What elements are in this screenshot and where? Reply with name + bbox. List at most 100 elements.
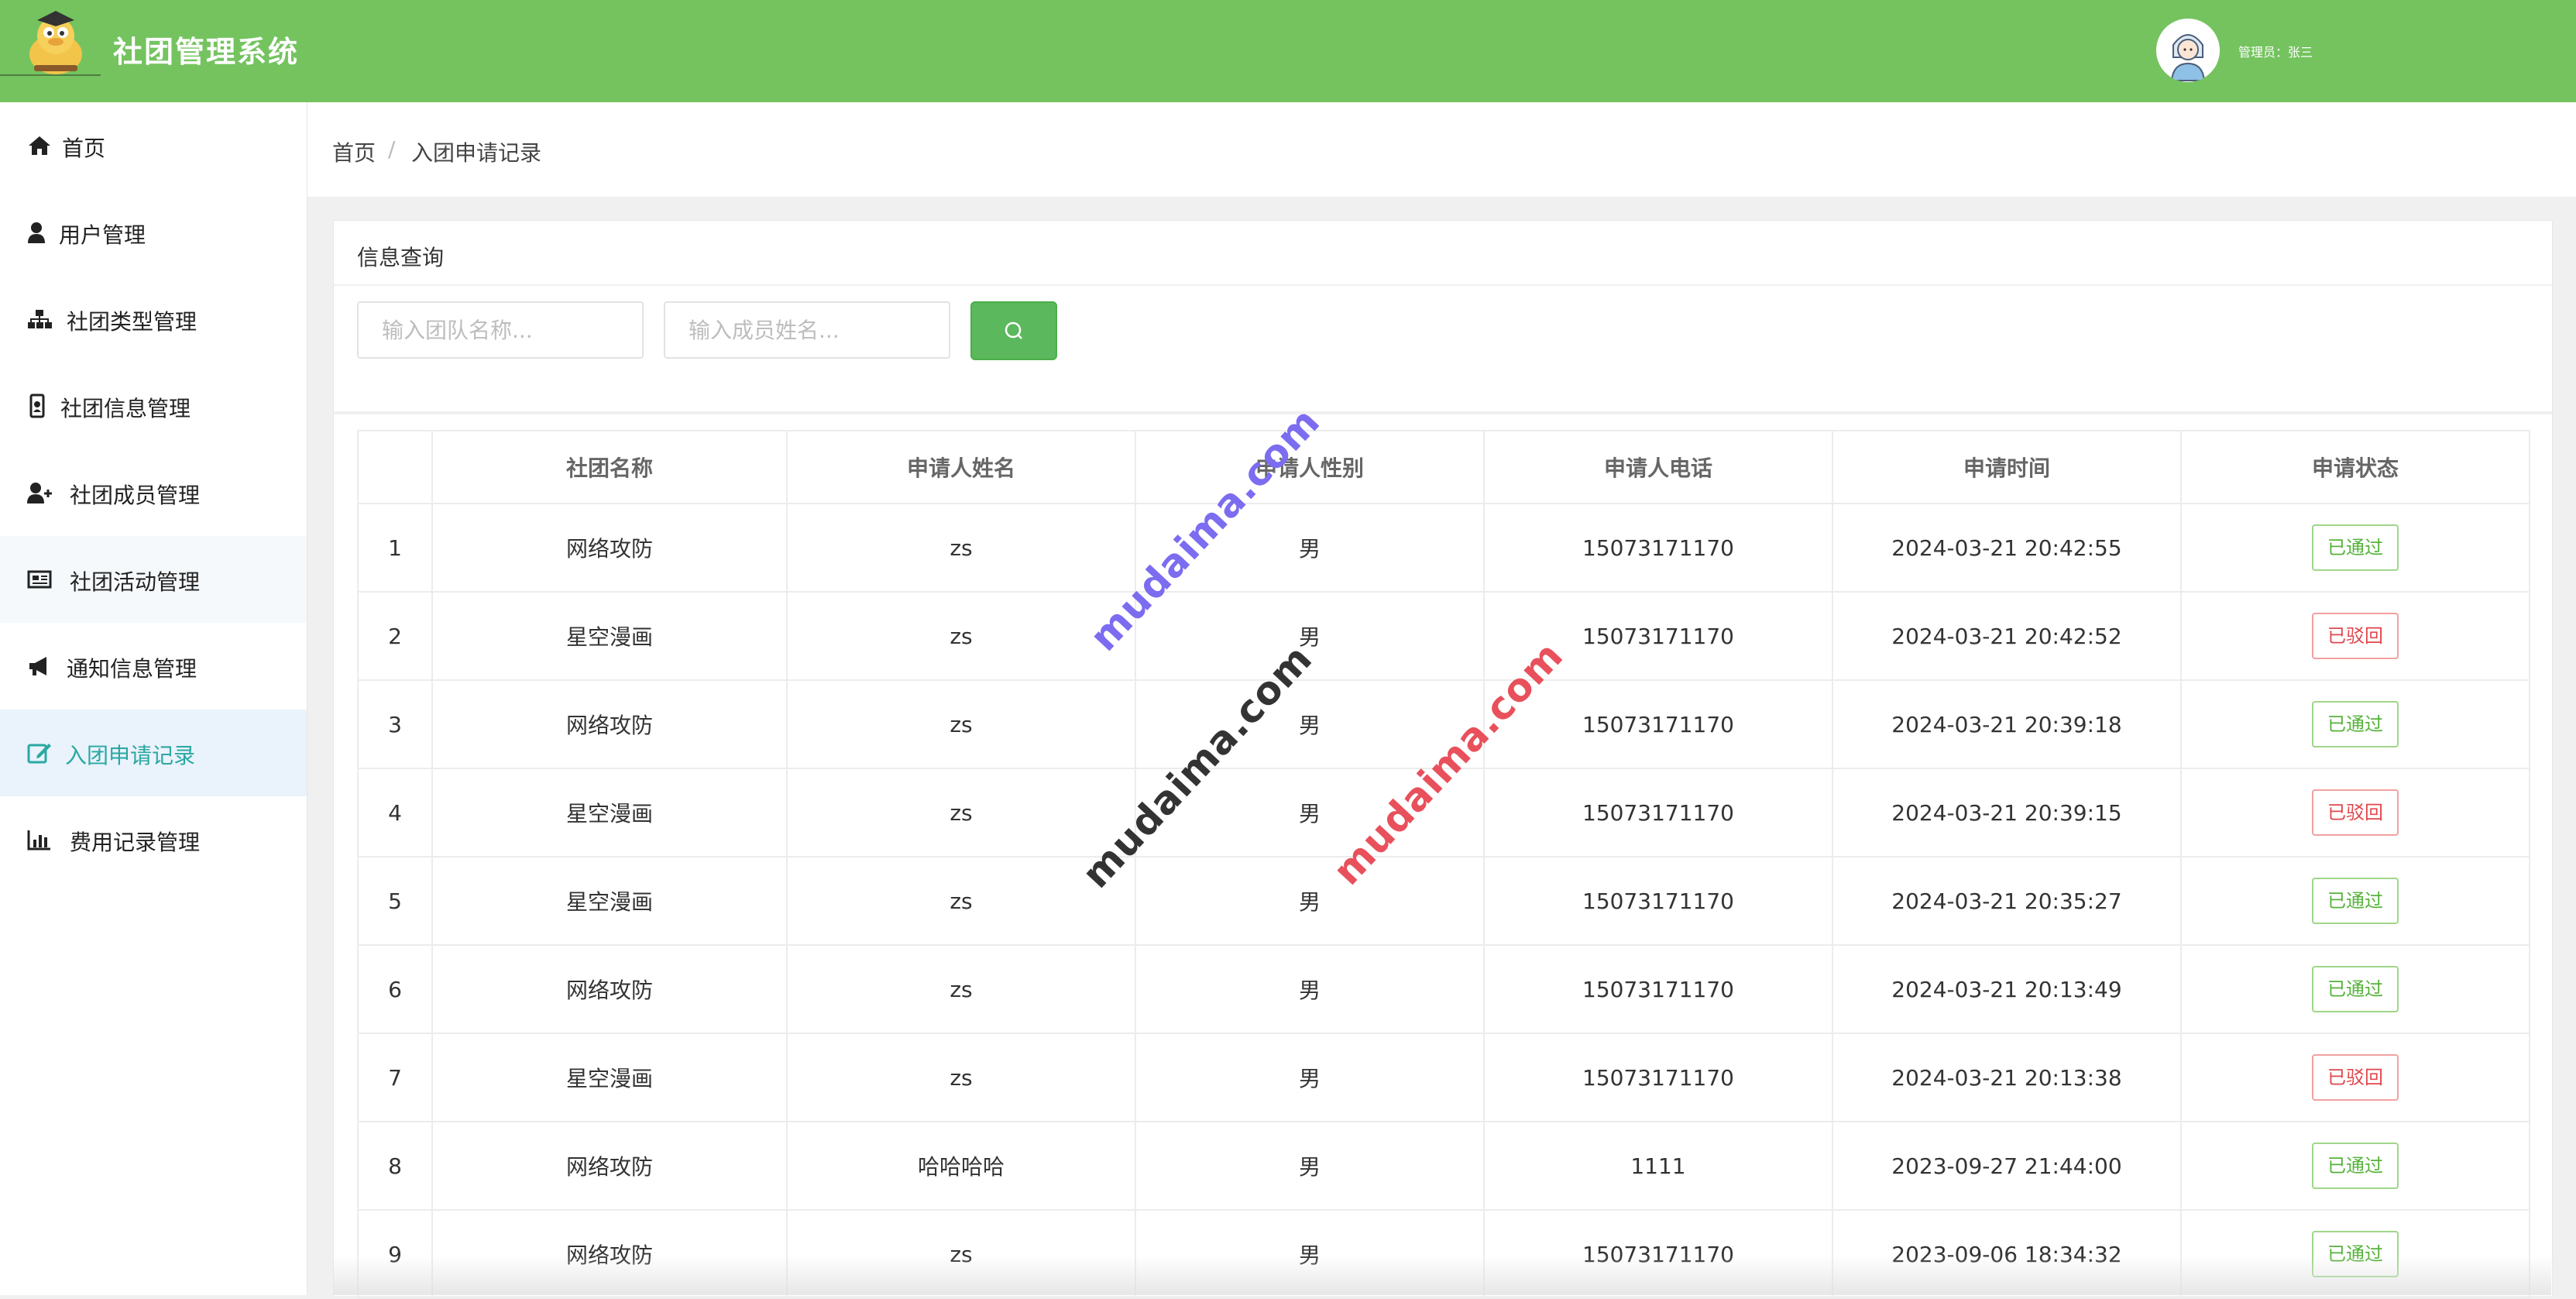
applicant-gender-cell: 男 [1135, 856, 1485, 946]
query-panel: 信息查询 社团名称 申请人姓名 申请人性别 申请人电话 申请时间 申请状态 1 网… [333, 220, 2553, 1299]
column-header-applicant-gender: 申请人性别 [1135, 430, 1485, 504]
club-name-cell: 网络攻防 [431, 679, 788, 769]
app-title: 社团管理系统 [113, 35, 300, 69]
applicant-phone-cell: 15073171170 [1483, 768, 1833, 857]
newspaper-icon [27, 570, 52, 589]
apply-time-cell: 2024-03-21 20:39:18 [1832, 679, 2182, 769]
club-name-cell: 星空漫画 [431, 768, 788, 857]
avatar-icon [2156, 19, 2220, 82]
row-index-cell: 2 [357, 591, 433, 681]
status-badge[interactable]: 已通过 [2312, 701, 2399, 747]
applicant-name-cell: zs [786, 1033, 1136, 1122]
column-header-applicant-name: 申请人姓名 [786, 430, 1136, 504]
status-cell: 已驳回 [2180, 591, 2530, 681]
search-icon [1005, 321, 1022, 339]
sidebar-item-home[interactable]: 首页 [0, 102, 307, 189]
status-badge[interactable]: 已通过 [2312, 1231, 2399, 1277]
sidebar-item-label: 通知信息管理 [67, 656, 197, 682]
club-name-cell: 网络攻防 [431, 1121, 788, 1211]
apply-time-cell: 2023-09-27 21:44:00 [1832, 1121, 2182, 1211]
apply-time-cell: 2024-03-21 20:35:27 [1832, 856, 2182, 946]
status-badge[interactable]: 已驳回 [2312, 613, 2399, 659]
table-row: 4 星空漫画 zs 男 15073171170 2024-03-21 20:39:15 已驳… [357, 768, 2530, 857]
applicant-name-cell: 哈哈哈哈 [786, 1121, 1136, 1211]
home-icon [29, 136, 50, 155]
sidebar-item-label: 社团信息管理 [60, 396, 191, 421]
status-badge[interactable]: 已通过 [2312, 966, 2399, 1012]
row-index-cell: 6 [357, 944, 433, 1034]
applicant-gender-cell: 男 [1135, 1209, 1485, 1299]
apply-time-cell: 2024-03-21 20:39:15 [1832, 768, 2182, 857]
row-index-cell: 1 [357, 503, 433, 593]
table-row: 2 星空漫画 zs 男 15073171170 2024-03-21 20:42:52 已驳… [357, 591, 2530, 681]
status-badge[interactable]: 已通过 [2312, 1143, 2399, 1189]
applicant-name-cell: zs [786, 503, 1136, 593]
search-button[interactable] [970, 301, 1057, 360]
breadcrumb: 首页 / 入团申请记录 [307, 102, 2576, 197]
status-cell: 已通过 [2180, 1209, 2530, 1299]
applicant-gender-cell: 男 [1135, 768, 1485, 857]
sidebar-item-club-types[interactable]: 社团类型管理 [0, 276, 307, 363]
breadcrumb-current: 入团申请记录 [411, 140, 542, 166]
table-row: 8 网络攻防 哈哈哈哈男 1111 2023-09-27 21:44:00 已通过 [357, 1121, 2530, 1211]
sidebar-item-label: 社团类型管理 [67, 309, 197, 335]
sidebar-item-club-info[interactable]: 社团信息管理 [0, 363, 307, 449]
applicant-gender-cell: 男 [1135, 503, 1485, 593]
sidebar-item-notices[interactable]: 通知信息管理 [0, 623, 307, 710]
applicant-name-cell: zs [786, 768, 1136, 857]
status-badge[interactable]: 已驳回 [2312, 789, 2399, 836]
sidebar: 首页 用户管理 社团类型管理 社团信息管理 社团成员管理 社团活动管理 通知信息… [0, 102, 307, 1295]
sidebar-item-fees[interactable]: 费用记录管理 [0, 796, 307, 883]
column-header-club: 社团名称 [431, 430, 788, 504]
status-cell: 已通过 [2180, 1121, 2530, 1211]
sidebar-item-join-applications[interactable]: 入团申请记录 [0, 710, 307, 796]
applicant-phone-cell: 15073171170 [1483, 679, 1833, 769]
logo-underline [0, 74, 101, 76]
table-row: 5 星空漫画 zs 男 15073171170 2024-03-21 20:35:27 已通… [357, 856, 2530, 946]
column-header-applicant-phone: 申请人电话 [1483, 430, 1833, 504]
bar-chart-icon [27, 830, 50, 851]
sidebar-item-label: 用户管理 [59, 222, 146, 248]
apply-time-cell: 2024-03-21 20:42:55 [1832, 503, 2182, 593]
applicant-phone-cell: 15073171170 [1483, 1033, 1833, 1122]
user-plus-icon [27, 483, 52, 503]
applicant-name-cell: zs [786, 1209, 1136, 1299]
row-index-cell: 8 [357, 1121, 433, 1211]
applicant-name-cell: zs [786, 856, 1136, 946]
status-cell: 已通过 [2180, 856, 2530, 946]
status-cell: 已驳回 [2180, 1033, 2530, 1122]
status-badge[interactable]: 已通过 [2312, 878, 2399, 924]
row-index-cell: 7 [357, 1033, 433, 1122]
sidebar-item-club-members[interactable]: 社团成员管理 [0, 449, 307, 536]
sidebar-item-club-activities[interactable]: 社团活动管理 [0, 536, 307, 623]
team-name-search-input[interactable] [357, 301, 644, 359]
panel-divider [334, 411, 2552, 414]
admin-name-label: 管理员：张三 [2238, 45, 2313, 60]
panel-title: 信息查询 [357, 245, 445, 270]
sidebar-item-label: 费用记录管理 [70, 830, 201, 855]
top-header: 社团管理系统 管理员：张三 [0, 0, 2576, 102]
club-name-cell: 网络攻防 [431, 1209, 788, 1299]
table-row: 1 网络攻防 zs 男 15073171170 2024-03-21 20:42:55 已通… [357, 503, 2530, 593]
breadcrumb-separator: / [388, 136, 396, 162]
sidebar-item-users[interactable]: 用户管理 [0, 189, 307, 276]
member-name-search-input[interactable] [664, 301, 950, 359]
status-cell: 已通过 [2180, 503, 2530, 593]
avatar[interactable] [2156, 19, 2220, 82]
applicant-gender-cell: 男 [1135, 1033, 1485, 1122]
status-cell: 已通过 [2180, 944, 2530, 1034]
column-header-apply-time: 申请时间 [1832, 430, 2182, 504]
bullhorn-icon [29, 657, 46, 675]
applicant-gender-cell: 男 [1135, 944, 1485, 1034]
sidebar-item-label: 社团成员管理 [70, 483, 201, 508]
applicant-phone-cell: 15073171170 [1483, 1209, 1833, 1299]
status-badge[interactable]: 已驳回 [2312, 1054, 2399, 1101]
row-index-cell: 4 [357, 768, 433, 857]
table-row: 6 网络攻防 zs 男 15073171170 2024-03-21 20:13:49 已通… [357, 944, 2530, 1034]
club-name-cell: 星空漫画 [431, 1033, 788, 1122]
applicant-name-cell: zs [786, 944, 1136, 1034]
breadcrumb-home-link[interactable]: 首页 [332, 136, 376, 167]
table-header-row: 社团名称 申请人姓名 申请人性别 申请人电话 申请时间 申请状态 [357, 430, 2530, 504]
club-name-cell: 星空漫画 [431, 591, 788, 681]
status-badge[interactable]: 已通过 [2312, 524, 2399, 571]
